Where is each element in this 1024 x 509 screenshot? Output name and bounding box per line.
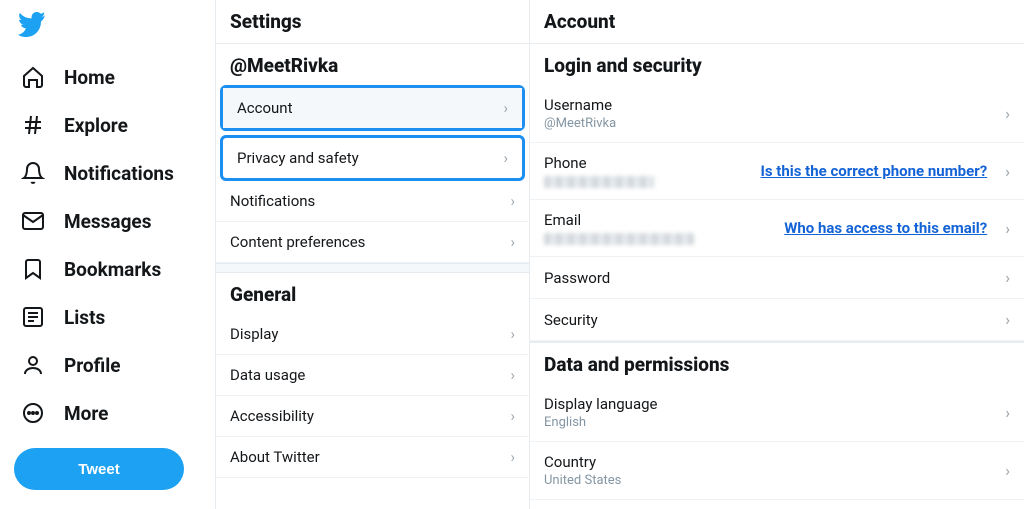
account-row-display-language[interactable]: Display language English › (530, 384, 1024, 442)
settings-column: Settings @MeetRivka Account › Privacy an… (215, 0, 530, 509)
password-label: Password (544, 269, 610, 287)
nav-more[interactable]: More (14, 390, 215, 436)
settings-item-privacy[interactable]: Privacy and safety › (223, 138, 522, 178)
email-label: Email (544, 211, 694, 229)
nav-label: Home (64, 66, 115, 89)
chevron-right-icon: › (503, 99, 508, 117)
settings-title: Settings (216, 0, 529, 44)
nav-messages[interactable]: Messages (14, 198, 215, 244)
bell-icon (20, 160, 46, 186)
settings-handle: @MeetRivka (216, 44, 529, 85)
account-row-password[interactable]: Password › (530, 257, 1024, 299)
nav-label: Notifications (64, 162, 174, 185)
settings-item-label: Privacy and safety (237, 149, 359, 167)
nav-explore[interactable]: Explore (14, 102, 215, 148)
chevron-right-icon: › (510, 325, 515, 343)
account-row-country[interactable]: Country United States › (530, 442, 1024, 500)
nav-profile[interactable]: Profile (14, 342, 215, 388)
settings-item-label: Content preferences (230, 233, 365, 251)
tweet-button[interactable]: Tweet (14, 448, 184, 490)
list-icon (20, 304, 46, 330)
settings-item-label: Accessibility (230, 407, 314, 425)
bookmark-icon (20, 256, 46, 282)
user-icon (20, 352, 46, 378)
display-language-label: Display language (544, 395, 658, 413)
chevron-right-icon: › (510, 192, 515, 210)
email-annotation: Who has access to this email? (784, 219, 987, 237)
highlight-account: Account › (220, 85, 525, 131)
chevron-right-icon: › (510, 448, 515, 466)
security-label: Security (544, 311, 598, 329)
country-label: Country (544, 453, 621, 471)
twitter-logo[interactable] (14, 8, 215, 52)
account-row-phone[interactable]: Phone Is this the correct phone number? … (530, 143, 1024, 200)
username-value: @MeetRivka (544, 116, 616, 131)
nav-home[interactable]: Home (14, 54, 215, 100)
chevron-right-icon: › (1005, 162, 1010, 181)
phone-label: Phone (544, 154, 654, 172)
chevron-right-icon: › (503, 149, 508, 167)
login-security-title: Login and security (530, 44, 1024, 85)
email-value-redacted (544, 233, 694, 245)
nav-label: Bookmarks (64, 258, 161, 281)
chevron-right-icon: › (510, 233, 515, 251)
nav-label: Profile (64, 354, 121, 377)
chevron-right-icon: › (1005, 268, 1010, 287)
settings-item-about-twitter[interactable]: About Twitter › (216, 437, 529, 478)
phone-annotation: Is this the correct phone number? (760, 162, 987, 180)
hash-icon (20, 112, 46, 138)
chevron-right-icon: › (1005, 403, 1010, 422)
account-row-your-twitter-data[interactable]: Your Twitter data › (530, 500, 1024, 509)
home-icon (20, 64, 46, 90)
settings-item-display[interactable]: Display › (216, 314, 529, 355)
chevron-right-icon: › (1005, 219, 1010, 238)
more-icon (20, 400, 46, 426)
account-row-username[interactable]: Username @MeetRivka › (530, 85, 1024, 143)
settings-item-label: Display (230, 325, 278, 343)
data-permissions-title: Data and permissions (530, 343, 1024, 384)
settings-item-label: Data usage (230, 366, 305, 384)
chevron-right-icon: › (1005, 310, 1010, 329)
nav-label: Lists (64, 306, 105, 329)
settings-item-label: About Twitter (230, 448, 320, 466)
section-divider (216, 263, 529, 273)
account-row-security[interactable]: Security › (530, 299, 1024, 341)
settings-item-label: Account (237, 99, 293, 117)
country-value: United States (544, 473, 621, 488)
settings-item-label: Notifications (230, 192, 315, 210)
primary-nav: Home Explore Notifications Messages Book… (0, 0, 215, 509)
account-row-email[interactable]: Email Who has access to this email? › (530, 200, 1024, 257)
nav-label: Messages (64, 210, 151, 233)
phone-value-redacted (544, 176, 654, 188)
chevron-right-icon: › (510, 407, 515, 425)
account-title: Account (530, 0, 1024, 44)
nav-lists[interactable]: Lists (14, 294, 215, 340)
settings-item-content-preferences[interactable]: Content preferences › (216, 222, 529, 263)
chevron-right-icon: › (1005, 461, 1010, 480)
display-language-value: English (544, 415, 658, 430)
chevron-right-icon: › (510, 366, 515, 384)
settings-item-accessibility[interactable]: Accessibility › (216, 396, 529, 437)
settings-item-account[interactable]: Account › (223, 88, 522, 128)
settings-item-notifications[interactable]: Notifications › (216, 181, 529, 222)
nav-label: Explore (64, 114, 128, 137)
settings-item-data-usage[interactable]: Data usage › (216, 355, 529, 396)
mail-icon (20, 208, 46, 234)
nav-label: More (64, 402, 108, 425)
nav-notifications[interactable]: Notifications (14, 150, 215, 196)
chevron-right-icon: › (1005, 104, 1010, 123)
settings-general-title: General (216, 273, 529, 314)
username-label: Username (544, 96, 616, 114)
account-column: Account Login and security Username @Mee… (530, 0, 1024, 509)
highlight-privacy: Privacy and safety › (220, 135, 525, 181)
nav-bookmarks[interactable]: Bookmarks (14, 246, 215, 292)
